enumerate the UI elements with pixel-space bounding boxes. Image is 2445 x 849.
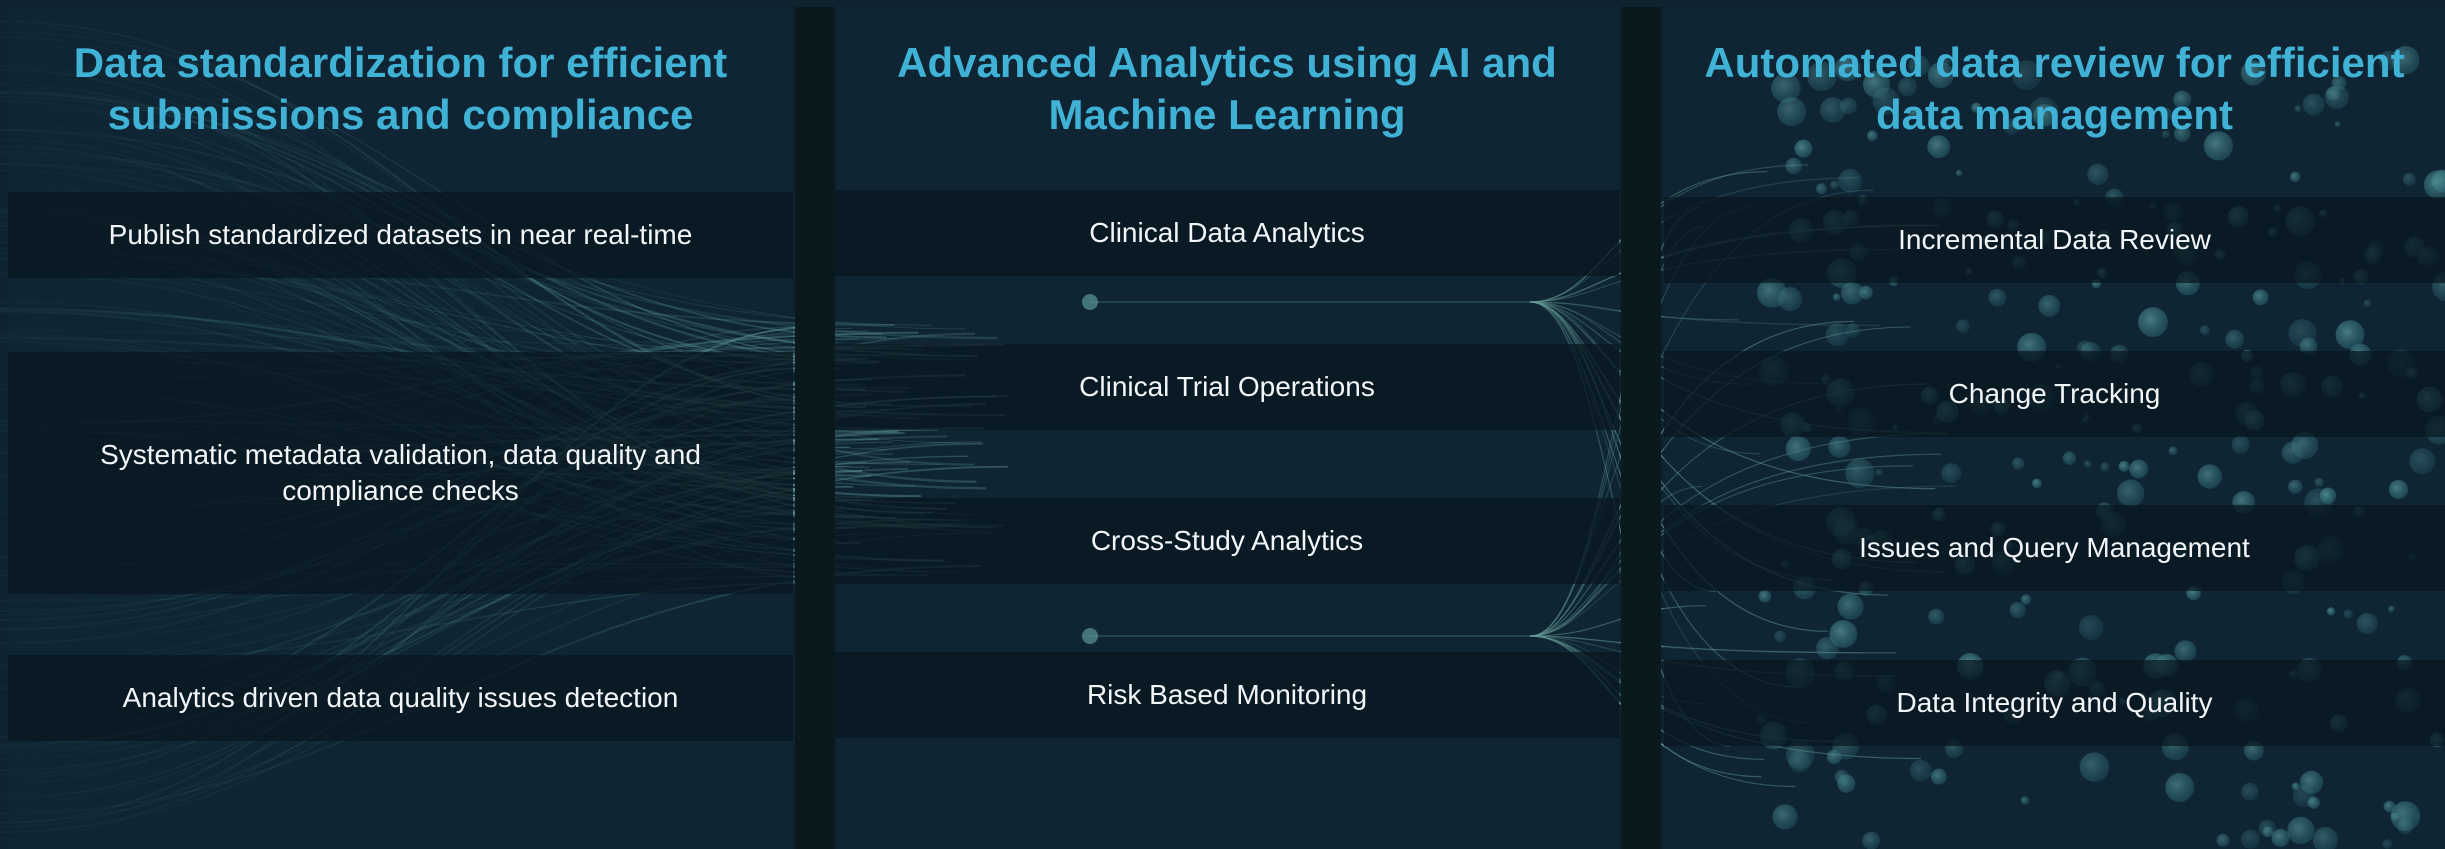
- item-label: Risk Based Monitoring: [1086, 679, 1368, 710]
- item-label: Incremental Data Review: [1898, 224, 2211, 255]
- item-label: Data Integrity and Quality: [1896, 687, 2213, 718]
- item-band: Data Integrity and Quality: [1664, 660, 2445, 746]
- item-band: Issues and Query Management: [1664, 505, 2445, 591]
- item-label: Analytics driven data quality issues det…: [122, 682, 679, 713]
- item-band: Change Tracking: [1664, 351, 2445, 437]
- item-label: Clinical Data Analytics: [1089, 217, 1365, 248]
- item-band: Clinical Data Analytics: [835, 190, 1619, 276]
- item-band: Cross-Study Analytics: [835, 498, 1619, 584]
- item-band: Systematic metadata validation, data qua…: [8, 352, 793, 594]
- column-data-standardization: Data standardization for efficient submi…: [8, 7, 793, 849]
- item-label: Systematic metadata validation, data qua…: [100, 439, 701, 506]
- column-title: Automated data review for efficient data…: [1704, 39, 2405, 138]
- item-band: Risk Based Monitoring: [835, 652, 1619, 738]
- item-label: Clinical Trial Operations: [1079, 371, 1375, 402]
- slide: Data standardization for efficient submi…: [0, 0, 2445, 849]
- item-band: Incremental Data Review: [1664, 197, 2445, 283]
- column-title: Advanced Analytics using AI and Machine …: [897, 39, 1557, 138]
- item-label: Cross-Study Analytics: [1090, 525, 1364, 556]
- item-label: Publish standardized datasets in near re…: [108, 219, 693, 250]
- item-label: Change Tracking: [1948, 378, 2161, 409]
- column-divider-right: [1621, 7, 1661, 849]
- item-label: Issues and Query Management: [1859, 532, 2250, 563]
- column-divider-left: [795, 7, 835, 849]
- column-title: Data standardization for efficient submi…: [73, 39, 728, 138]
- item-band: Analytics driven data quality issues det…: [8, 655, 793, 741]
- column-automated-review: Automated data review for efficient data…: [1664, 7, 2445, 849]
- column-advanced-analytics: Advanced Analytics using AI and Machine …: [835, 7, 1619, 849]
- item-band: Publish standardized datasets in near re…: [8, 192, 793, 278]
- item-band: Clinical Trial Operations: [835, 344, 1619, 430]
